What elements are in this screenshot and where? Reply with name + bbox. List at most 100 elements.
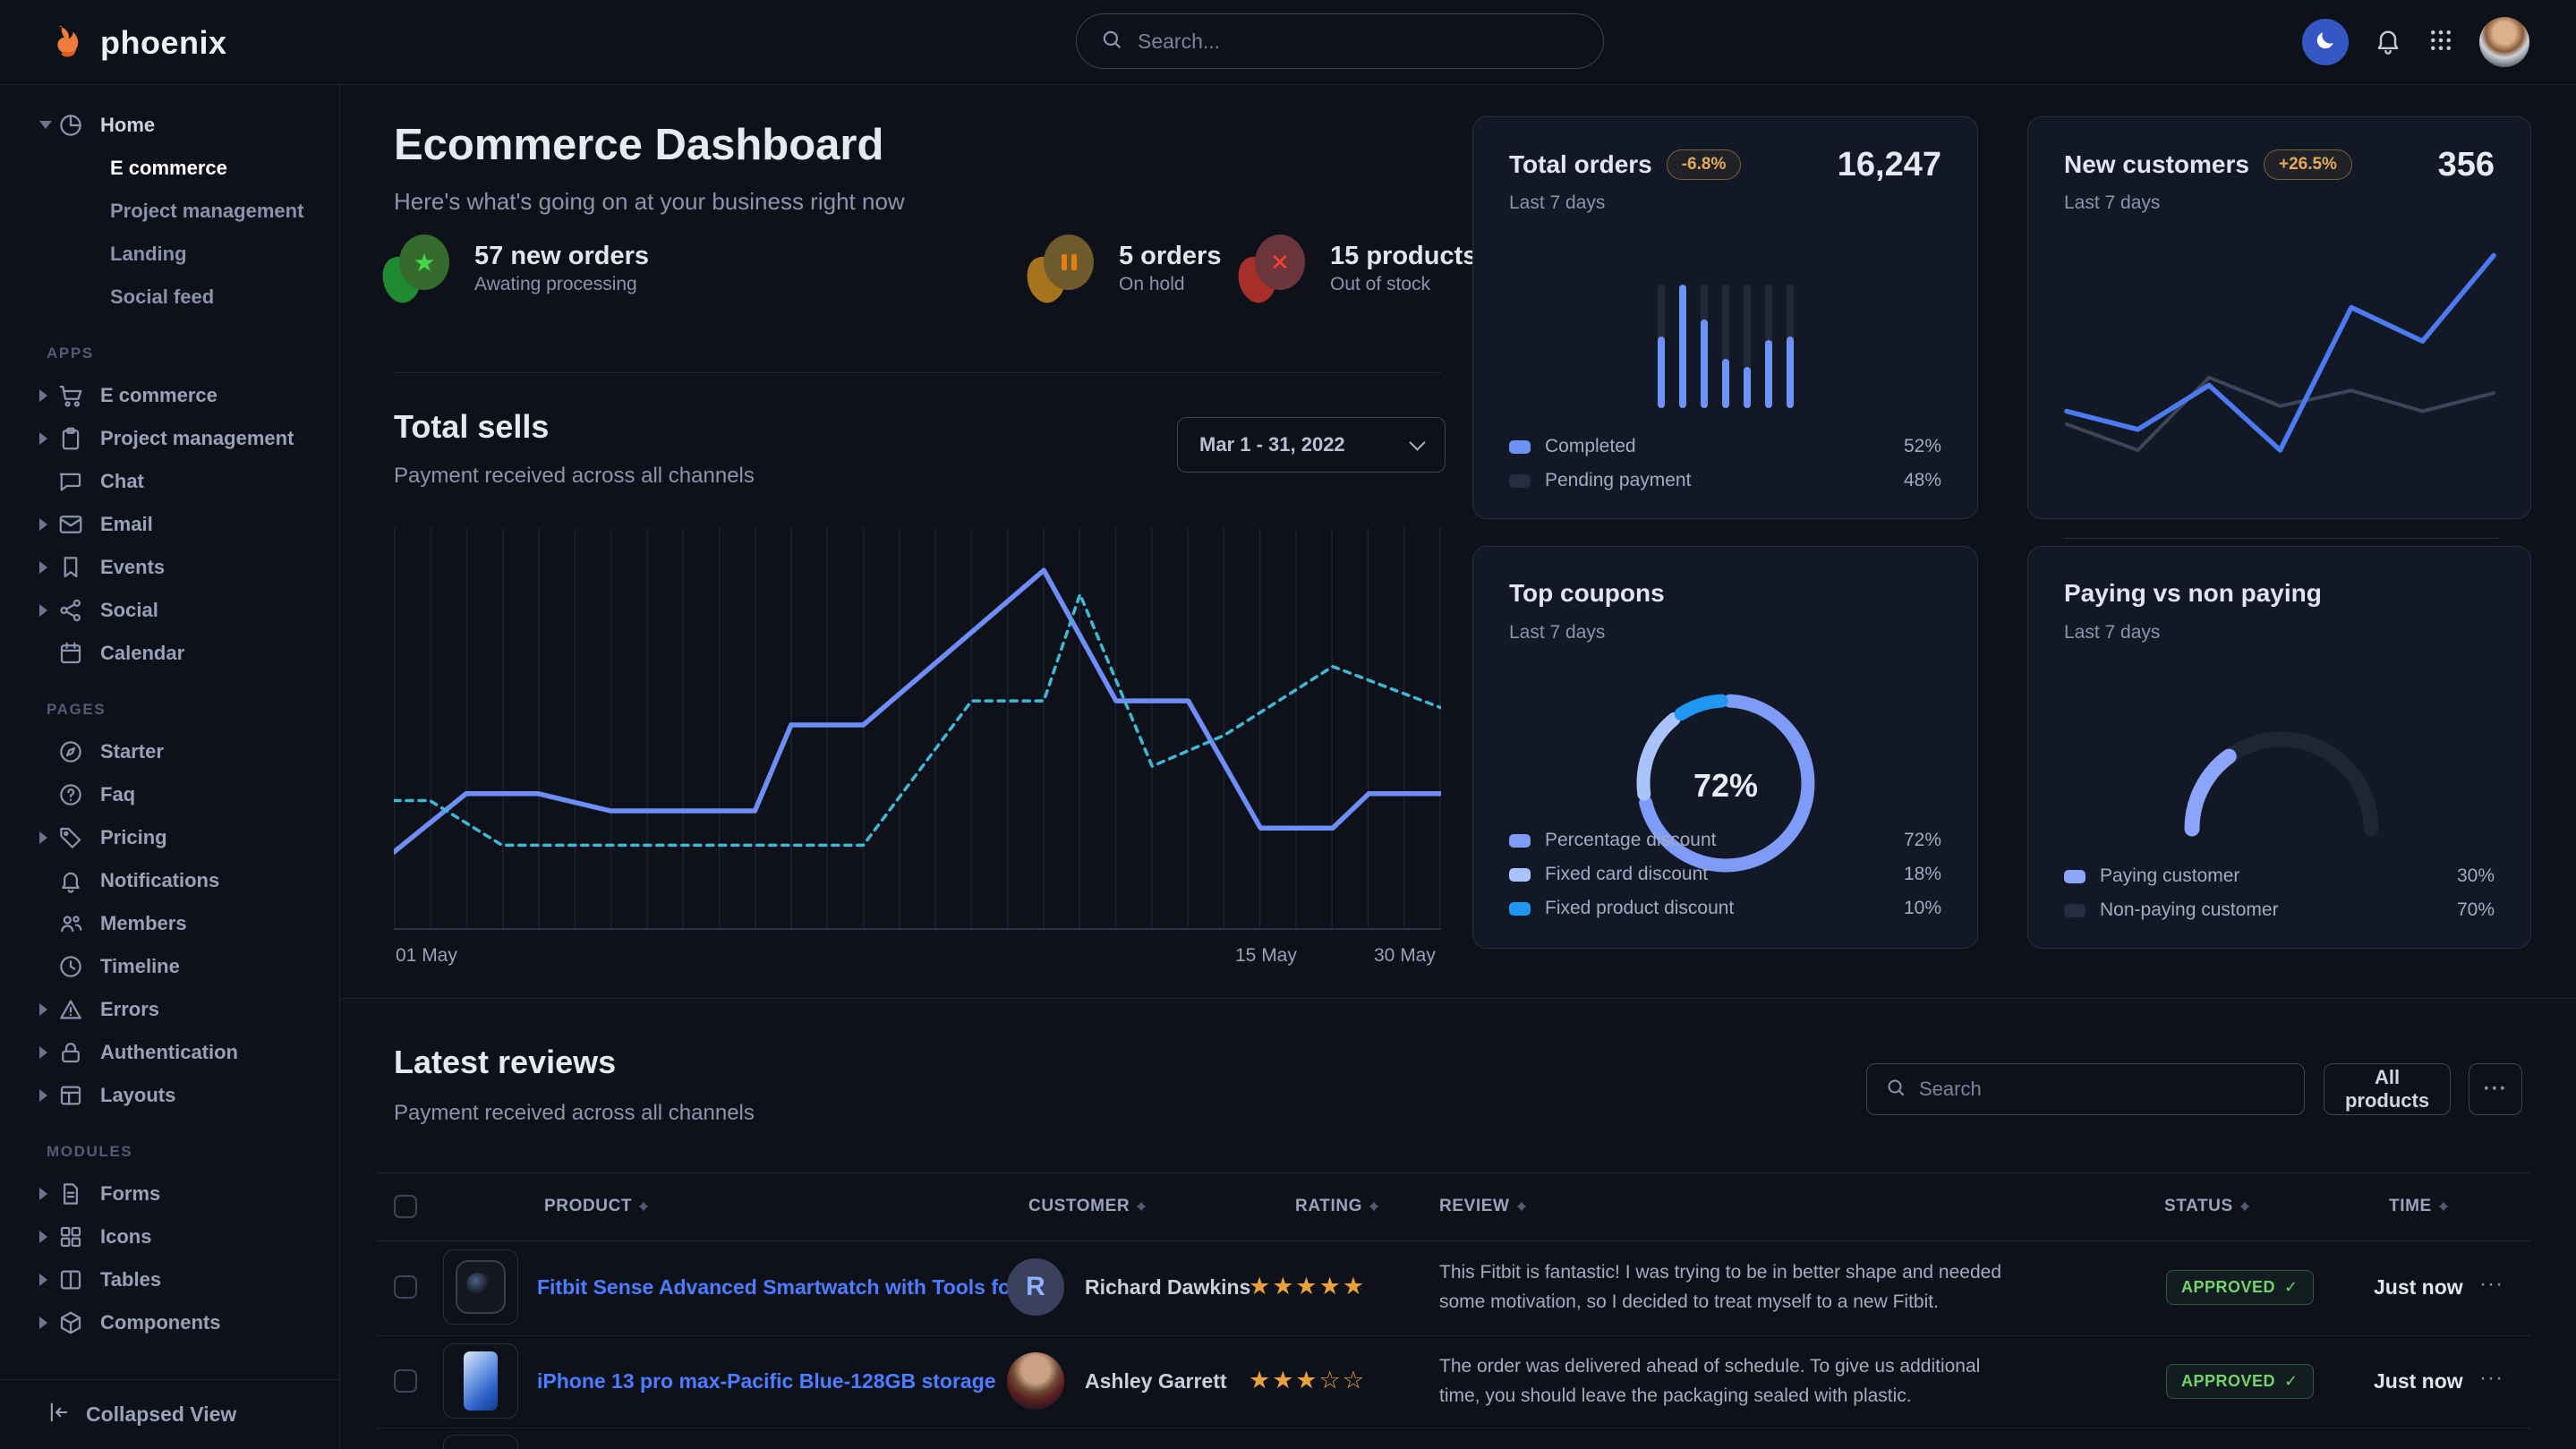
theme-toggle-button[interactable] (2302, 19, 2349, 65)
apps-menu-button[interactable] (2427, 27, 2454, 58)
date-range-select[interactable]: Mar 1 - 31, 2022 (1177, 417, 1446, 473)
order-bar (1744, 285, 1751, 408)
notifications-button[interactable] (2374, 26, 2402, 59)
sidebar-item-chat[interactable]: Chat (0, 460, 339, 503)
status-badge: APPROVED✓ (2166, 1364, 2314, 1399)
global-search-input[interactable] (1136, 29, 1580, 55)
sidebar-item-authentication[interactable]: Authentication (0, 1031, 339, 1074)
legend-nonpaying: Non-paying customer 70% (2064, 899, 2495, 921)
sidebar-item-icons[interactable]: Icons (0, 1215, 339, 1258)
brand-logo[interactable]: phoenix (47, 20, 227, 65)
sidebar-item-layouts[interactable]: Layouts (0, 1074, 339, 1117)
total-sells-subtitle: Payment received across all channels (394, 464, 755, 489)
sidebar-item-components[interactable]: Components (0, 1301, 339, 1344)
sidebar-item-events[interactable]: Events (0, 546, 339, 589)
sidebar-item-starter[interactable]: Starter (0, 730, 339, 773)
bell-icon (2374, 26, 2402, 59)
select-all-checkbox[interactable] (394, 1195, 417, 1218)
sidebar-item-apps-project-management[interactable]: Project management (0, 417, 339, 460)
question-circle-icon (57, 781, 84, 808)
chevron-right-icon (39, 518, 54, 531)
sidebar-item-landing[interactable]: Landing (0, 233, 339, 276)
sidebar-item-calendar[interactable]: Calendar (0, 632, 339, 675)
review-row-partial (376, 1428, 2531, 1449)
row-actions-button[interactable]: ··· (2479, 1366, 2503, 1391)
product-thumbnail[interactable] (443, 1435, 518, 1449)
column-header-time[interactable]: TIME (2389, 1197, 2448, 1216)
sidebar-item-errors[interactable]: Errors (0, 988, 339, 1031)
reviews-search[interactable] (1866, 1063, 2305, 1115)
column-header-review[interactable]: REVIEW (1439, 1197, 1526, 1216)
sidebar: Home E commerce Project management Landi… (0, 84, 340, 1449)
user-avatar[interactable] (2479, 17, 2529, 67)
column-header-rating[interactable]: RATING (1295, 1197, 1378, 1216)
sidebar-item-social-feed[interactable]: Social feed (0, 276, 339, 319)
brand-name: phoenix (100, 24, 227, 62)
status-badge: APPROVED✓ (2166, 1270, 2314, 1305)
new-orders-star-icon: ★ (387, 234, 451, 303)
compass-icon (57, 738, 84, 765)
sort-icon (1517, 1198, 1526, 1215)
sidebar-item-faq[interactable]: Faq (0, 773, 339, 816)
sidebar-item-notifications[interactable]: Notifications (0, 859, 339, 902)
collapse-view-toggle[interactable]: Collapsed View (0, 1379, 339, 1449)
legend-fixed-product-discount: Fixed product discount 10% (1509, 898, 1941, 919)
x-axis-label-start: 01 May (396, 945, 457, 967)
sidebar-item-pricing[interactable]: Pricing (0, 816, 339, 859)
sidebar-item-ecommerce-dashboard[interactable]: E commerce (0, 147, 339, 190)
sidebar-section-pages: PAGES (0, 696, 339, 723)
reviews-more-button[interactable]: ··· (2469, 1063, 2522, 1115)
moon-icon (2314, 29, 2337, 56)
sidebar-item-tables[interactable]: Tables (0, 1258, 339, 1301)
sidebar-item-project-management-dashboard[interactable]: Project management (0, 190, 339, 233)
chevron-down-icon (39, 121, 52, 135)
customer-avatar: R (1007, 1258, 1064, 1316)
ecommerce-dashboard-page: phoenix (0, 0, 2576, 1449)
warning-icon (57, 996, 84, 1023)
row-checkbox[interactable] (394, 1275, 417, 1299)
row-actions-button[interactable]: ··· (2479, 1272, 2503, 1297)
sidebar-item-label: Home (100, 114, 155, 137)
product-thumbnail[interactable] (443, 1343, 518, 1419)
sidebar-item-timeline[interactable]: Timeline (0, 945, 339, 988)
column-header-product[interactable]: PRODUCT (544, 1197, 648, 1216)
chevron-right-icon (39, 831, 54, 844)
sidebar-item-members[interactable]: Members (0, 902, 339, 945)
product-link[interactable]: iPhone 13 pro max-Pacific Blue-128GB sto… (537, 1369, 958, 1394)
file-icon (57, 1181, 84, 1207)
reviews-search-input[interactable] (1917, 1077, 2286, 1102)
product-thumbnail[interactable] (443, 1249, 518, 1325)
rating-stars: ★★★★★ (1249, 1273, 1366, 1300)
legend-swatch (2064, 904, 2086, 917)
legend-percentage-discount: Percentage discount 72% (1509, 830, 1941, 851)
order-bar (1658, 285, 1665, 408)
customer-name: Richard Dawkins (1085, 1275, 1250, 1300)
share-icon (57, 597, 84, 624)
card-period: Last 7 days (1509, 622, 1605, 644)
chevron-right-icon (39, 1317, 54, 1329)
sidebar-item-email[interactable]: Email (0, 503, 339, 546)
users-icon (57, 910, 84, 937)
sort-icon (2439, 1198, 2448, 1215)
global-search[interactable] (1076, 13, 1604, 69)
column-header-customer[interactable]: CUSTOMER (1028, 1197, 1146, 1216)
card-period: Last 7 days (2064, 622, 2160, 644)
reviews-table-header: PRODUCT CUSTOMER RATING REVIEW STATUS TI… (376, 1172, 2531, 1241)
sidebar-item-home[interactable]: Home (0, 104, 339, 147)
card-period: Last 7 days (1509, 192, 1605, 214)
column-header-status[interactable]: STATUS (2164, 1197, 2249, 1216)
sidebar-item-apps-ecommerce[interactable]: E commerce (0, 374, 339, 417)
page-subtitle: Here's what's going on at your business … (394, 188, 905, 216)
smartwatch-image (456, 1260, 506, 1314)
total-sells-title: Total sells (394, 408, 549, 446)
sidebar-item-forms[interactable]: Forms (0, 1172, 339, 1215)
customer-name: Ashley Garrett (1085, 1369, 1227, 1394)
columns-icon (57, 1266, 84, 1293)
customer-avatar (1007, 1352, 1064, 1410)
legend-swatch (1509, 868, 1531, 882)
sidebar-item-social[interactable]: Social (0, 589, 339, 632)
row-checkbox[interactable] (394, 1369, 417, 1393)
legend-swatch (1509, 834, 1531, 848)
product-link[interactable]: Fitbit Sense Advanced Smartwatch with To… (537, 1275, 958, 1300)
all-products-button[interactable]: All products (2324, 1063, 2451, 1115)
